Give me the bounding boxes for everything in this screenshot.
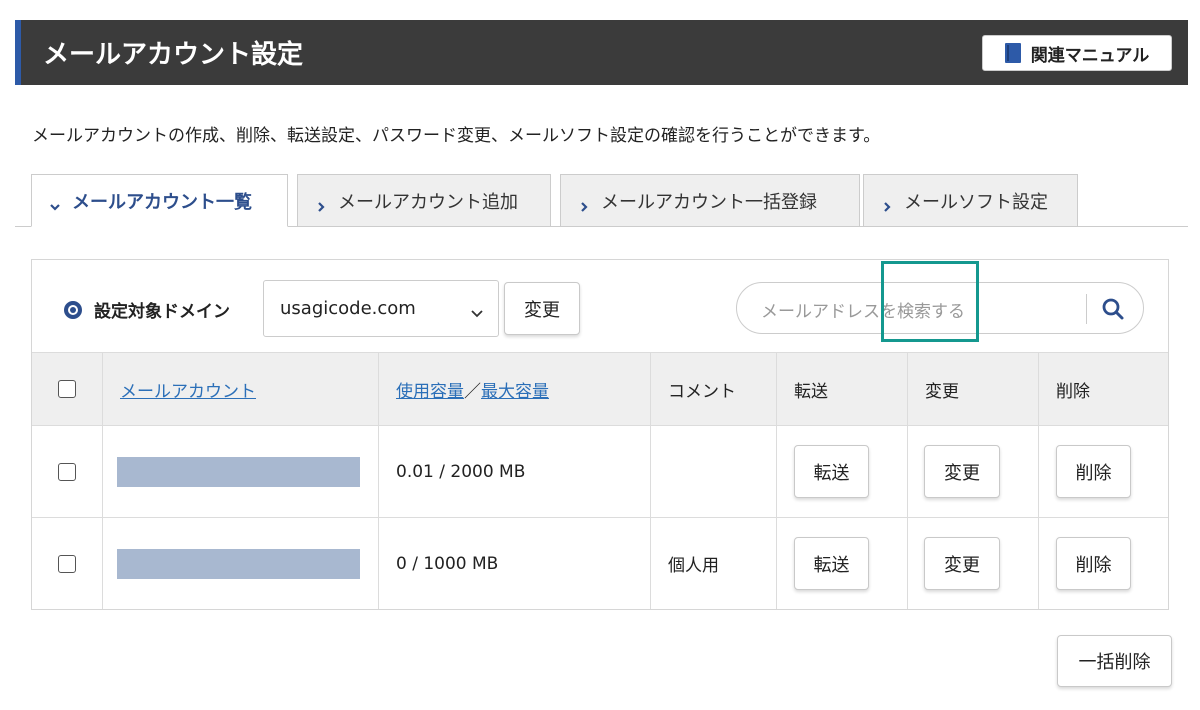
tab-mail-software-settings[interactable]: メールソフト設定 [863,174,1078,227]
row-comment-cell [650,426,776,517]
tab-bar: メールアカウント一覧 メールアカウント追加 メールアカウント一括登録 メールソフ… [15,174,1188,227]
domain-label-text: 設定対象ドメイン [94,302,230,322]
row-forward-cell: 転送 [776,426,907,517]
row-comment: 個人用 [668,556,719,576]
search-divider [1086,294,1087,324]
header-delete: 削除 [1056,381,1090,402]
delete-button[interactable]: 削除 [1056,537,1131,590]
chevron-down-icon [50,196,60,211]
sort-usage-link[interactable]: 使用容量 [396,377,464,402]
account-list-panel: 設定対象ドメイン usagicode.com 変更 メールアドレスを検索する メ… [31,259,1169,610]
sort-max-link[interactable]: 最大容量 [481,377,549,402]
chevron-right-icon [579,196,589,212]
tab-account-add[interactable]: メールアカウント追加 [297,174,551,227]
tab-label: メールソフト設定 [904,191,1048,213]
tab-label: メールアカウント一括登録 [601,191,817,213]
search-box: メールアドレスを検索する [736,282,1144,334]
page-header: メールアカウント設定 関連マニュアル [15,20,1188,85]
delete-button[interactable]: 削除 [1056,445,1131,498]
redacted-account [117,456,360,487]
header-account-cell: メールアカウント [102,353,378,425]
change-button[interactable]: 変更 [924,445,1000,498]
row-account-cell [102,518,378,609]
table-row: 0 / 1000 MB 個人用 転送 変更 削除 [32,517,1168,609]
row-account-cell [102,426,378,517]
page-title: メールアカウント設定 [43,40,304,70]
page-description: メールアカウントの作成、削除、転送設定、パスワード変更、メールソフト設定の確認を… [32,126,881,146]
row-usage: 0 / 1000 MB [396,553,499,574]
forward-button[interactable]: 転送 [794,537,869,590]
row-comment-cell: 個人用 [650,518,776,609]
tab-account-list[interactable]: メールアカウント一覧 [31,174,288,227]
header-comment-cell: コメント [650,353,776,425]
header-change: 変更 [925,381,959,402]
search-icon[interactable] [1101,297,1125,325]
related-manual-label: 関連マニュアル [1030,45,1150,66]
header-usage-cell: 使用容量 ／ 最大容量 [378,353,650,425]
row-change-cell: 変更 [907,426,1038,517]
table-row: 0.01 / 2000 MB 転送 変更 削除 [32,425,1168,517]
change-button[interactable]: 変更 [924,537,1000,590]
row-checkbox-cell [32,426,102,517]
domain-select[interactable]: usagicode.com [263,280,499,337]
header-delete-cell: 削除 [1038,353,1168,425]
radio-icon [64,300,82,319]
row-checkbox[interactable] [58,554,76,573]
chevron-down-icon [470,303,484,324]
forward-button[interactable]: 転送 [794,445,869,498]
row-delete-cell: 削除 [1038,426,1168,517]
header-separator: ／ [464,381,481,402]
header-forward-cell: 転送 [776,353,907,425]
select-all-checkbox[interactable] [58,380,76,398]
row-forward-cell: 転送 [776,518,907,609]
tab-account-bulk-register[interactable]: メールアカウント一括登録 [560,174,860,227]
row-checkbox-cell [32,518,102,609]
related-manual-button[interactable]: 関連マニュアル [982,35,1172,71]
domain-select-value: usagicode.com [280,298,416,319]
header-comment: コメント [668,381,736,402]
table-header-row: メールアカウント 使用容量 ／ 最大容量 コメント 転送 変更 削除 [32,352,1168,425]
domain-change-button[interactable]: 変更 [504,282,580,335]
row-checkbox[interactable] [58,462,76,481]
tab-label: メールアカウント一覧 [72,191,252,213]
chevron-right-icon [882,196,892,212]
row-usage: 0.01 / 2000 MB [396,461,526,482]
redacted-account [117,548,360,579]
row-usage-cell: 0.01 / 2000 MB [378,426,650,517]
row-usage-cell: 0 / 1000 MB [378,518,650,609]
row-change-cell: 変更 [907,518,1038,609]
header-checkbox-cell [32,353,102,425]
sort-account-link[interactable]: メールアカウント [120,377,256,402]
header-change-cell: 変更 [907,353,1038,425]
chevron-right-icon [316,196,326,212]
domain-label: 設定対象ドメイン [64,297,230,322]
tab-label: メールアカウント追加 [338,191,518,213]
header-forward: 転送 [794,381,828,402]
book-icon [1004,43,1021,63]
row-delete-cell: 削除 [1038,518,1168,609]
bulk-delete-button[interactable]: 一括削除 [1057,635,1172,687]
search-input[interactable]: メールアドレスを検索する [761,297,965,322]
